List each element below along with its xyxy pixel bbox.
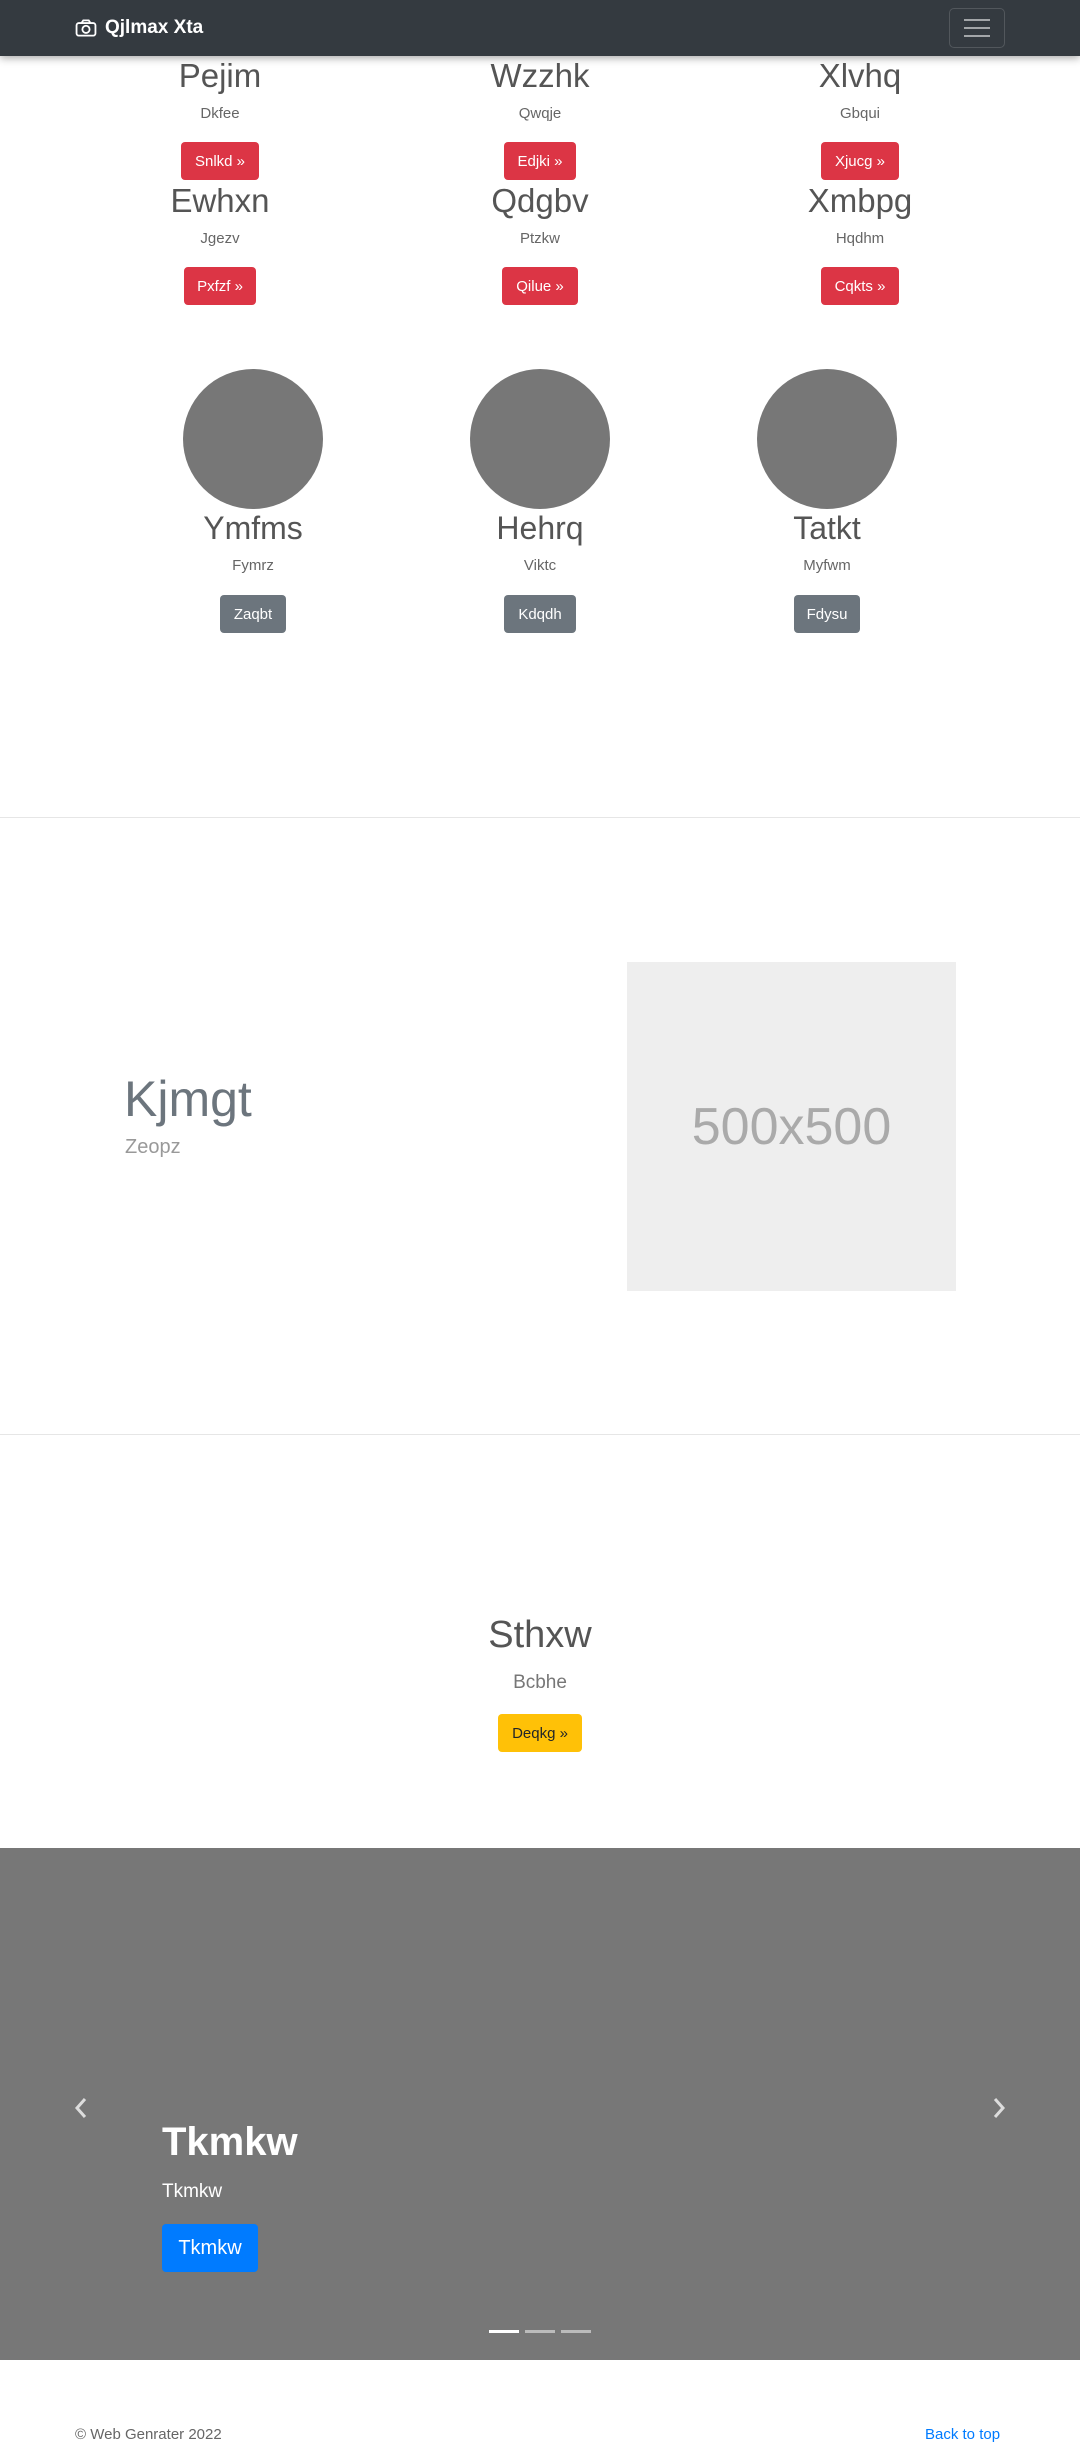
hamburger-icon [964, 19, 990, 37]
brand-label: Qjlmax Xta [105, 17, 204, 38]
back-to-top-link[interactable]: Back to top [925, 2426, 1000, 2443]
navbar-brand[interactable]: Qjlmax Xta [75, 14, 203, 42]
team-subtitle: Fymrz [232, 557, 274, 574]
feature-title: Xmbpg [807, 182, 913, 219]
feature-button[interactable]: Pxfzf » [184, 267, 256, 305]
carousel-indicator[interactable] [489, 2330, 519, 2333]
placeholder-label: 500x500 [691, 1097, 892, 1156]
avatar [757, 369, 897, 509]
feature-subtitle: Ptzkw [519, 230, 561, 247]
team-button[interactable]: Kdqdh [504, 595, 576, 633]
feature-subtitle: Gbqui [839, 105, 881, 122]
feature-title: Qdgbv [491, 182, 589, 219]
carousel-button[interactable]: Tkmkw [162, 2224, 258, 2272]
avatar [183, 369, 323, 509]
team-title: Tatkt [793, 510, 861, 546]
navbar-toggler-button[interactable] [949, 8, 1005, 48]
chevron-right-icon [993, 2098, 1006, 2118]
feature-button[interactable]: Edjki » [504, 142, 576, 180]
team-title: Ymfms [203, 510, 303, 546]
carousel-next-button[interactable] [989, 2096, 1009, 2120]
showcase-heading: Kjmgt [124, 1071, 252, 1127]
cta-title: Sthxw [488, 1614, 592, 1656]
camera-icon [75, 19, 97, 37]
footer-copyright: © Web Genrater 2022 [75, 2426, 222, 2443]
carousel-title: Tkmkw [162, 2120, 298, 2164]
feature-subtitle: Hqdhm [835, 230, 885, 247]
feature-button[interactable]: Qilue » [502, 267, 578, 305]
carousel-indicator[interactable] [525, 2330, 555, 2333]
navbar: Qjlmax Xta [0, 0, 1080, 56]
team-title: Hehrq [496, 510, 584, 546]
feature-subtitle: Qwqje [518, 105, 562, 122]
section-divider [0, 1434, 1080, 1435]
team-button[interactable]: Zaqbt [220, 595, 286, 633]
section-divider [0, 817, 1080, 818]
carousel-subtitle: Tkmkw [162, 2181, 223, 2202]
feature-subtitle: Jgezv [200, 230, 240, 247]
feature-button[interactable]: Cqkts » [821, 267, 899, 305]
cta-button[interactable]: Deqkg » [498, 1714, 582, 1752]
showcase-subheading: Zeopz [125, 1136, 181, 1158]
placeholder-image: 500x500 [627, 962, 956, 1291]
feature-title: Wzzhk [490, 57, 590, 94]
avatar [470, 369, 610, 509]
carousel: Tkmkw Tkmkw Tkmkw [0, 1848, 1080, 2360]
chevron-left-icon [74, 2098, 87, 2118]
feature-title: Pejim [178, 57, 262, 94]
feature-title: Ewhxn [170, 182, 270, 219]
feature-subtitle: Dkfee [200, 105, 240, 122]
team-button[interactable]: Fdysu [794, 595, 860, 633]
feature-button[interactable]: Xjucg » [821, 142, 899, 180]
carousel-prev-button[interactable] [71, 2096, 91, 2120]
feature-button[interactable]: Snlkd » [181, 142, 259, 180]
team-subtitle: Viktc [523, 557, 557, 574]
team-subtitle: Myfwm [803, 557, 851, 574]
carousel-indicator[interactable] [561, 2330, 591, 2333]
feature-title: Xlvhq [818, 57, 902, 94]
cta-subtitle: Bcbhe [513, 1672, 567, 1693]
